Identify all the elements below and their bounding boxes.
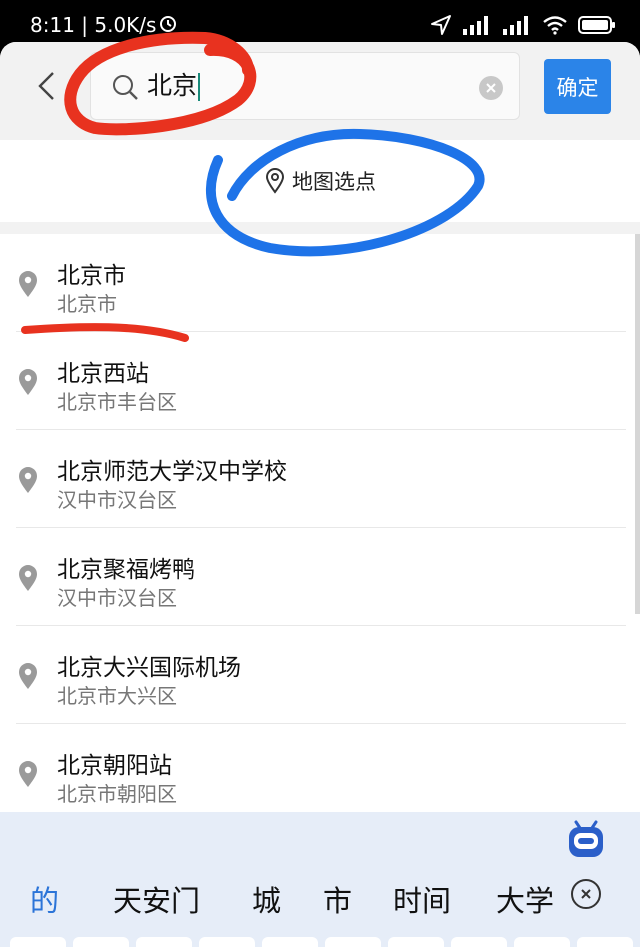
wifi-icon	[543, 16, 567, 35]
result-item[interactable]: 北京市 北京市	[0, 234, 640, 332]
candidate-word[interactable]: 城	[252, 878, 281, 920]
map-pick-label: 地图选点	[292, 170, 376, 194]
key[interactable]	[388, 937, 444, 947]
signal-icon	[463, 16, 488, 35]
result-name: 北京大兴国际机场	[57, 655, 241, 681]
result-address: 汉中市汉台区	[57, 586, 177, 610]
location-pin-icon	[19, 467, 37, 493]
result-address: 北京市	[57, 292, 117, 316]
confirm-button[interactable]: 确定	[544, 59, 611, 114]
result-name: 北京西站	[57, 361, 149, 387]
result-item[interactable]: 北京朝阳站 北京市朝阳区	[0, 724, 640, 822]
search-box[interactable]: 北京	[90, 52, 520, 120]
clear-icon	[486, 83, 496, 93]
search-header: 北京 确定	[0, 42, 640, 130]
clear-search-button[interactable]	[479, 76, 503, 100]
text-caret	[198, 73, 201, 101]
location-pin-icon	[19, 565, 37, 591]
location-arrow-icon	[431, 15, 451, 35]
candidate-word[interactable]: 大学	[496, 878, 554, 920]
result-name: 北京市	[57, 263, 126, 289]
location-pin-icon	[19, 761, 37, 787]
key[interactable]	[451, 937, 507, 947]
candidate-word[interactable]: 天安门	[113, 878, 200, 920]
location-pin-icon	[19, 369, 37, 395]
result-item[interactable]: 北京大兴国际机场 北京市大兴区	[0, 626, 640, 724]
key[interactable]	[136, 937, 192, 947]
map-pick-button[interactable]: 地图选点	[0, 140, 640, 222]
result-address: 北京市朝阳区	[57, 782, 177, 806]
scrollbar[interactable]	[635, 234, 640, 614]
search-query: 北京	[147, 71, 198, 100]
candidate-word[interactable]: 市	[323, 878, 352, 920]
search-icon	[113, 75, 138, 100]
result-address: 北京市大兴区	[57, 684, 177, 708]
result-item[interactable]: 北京聚福烤鸭 汉中市汉台区	[0, 528, 640, 626]
candidate-word[interactable]: 时间	[393, 878, 451, 920]
close-icon	[581, 889, 591, 899]
close-candidates-button[interactable]	[571, 879, 601, 909]
result-item[interactable]: 北京师范大学汉中学校 汉中市汉台区	[0, 430, 640, 528]
key-row	[0, 937, 640, 947]
back-button[interactable]	[26, 64, 66, 108]
status-time-speed: 8:11 | 5.0K/s	[30, 13, 157, 37]
map-pin-outline-icon	[265, 168, 285, 194]
keyboard: 的 天安门 城 市 时间 大学	[0, 812, 640, 947]
result-name: 北京朝阳站	[57, 753, 172, 779]
status-icons	[430, 14, 616, 36]
result-name: 北京师范大学汉中学校	[57, 459, 287, 485]
candidate-word[interactable]: 的	[30, 878, 59, 920]
alarm-icon	[160, 16, 176, 32]
key[interactable]	[262, 937, 318, 947]
result-item[interactable]: 北京西站 北京市丰台区	[0, 332, 640, 430]
candidate-bar: 的 天安门 城 市 时间 大学	[0, 868, 640, 928]
key[interactable]	[577, 937, 633, 947]
chevron-left-icon	[38, 72, 54, 100]
result-address: 北京市丰台区	[57, 390, 177, 414]
keyboard-assistant-icon[interactable]	[566, 818, 606, 860]
key[interactable]	[73, 937, 129, 947]
search-results-list: 北京市 北京市 北京西站 北京市丰台区 北京师范大学汉中学校 汉中市汉台区 北京…	[0, 234, 640, 814]
key[interactable]	[10, 937, 66, 947]
key[interactable]	[514, 937, 570, 947]
search-input[interactable]: 北京	[147, 69, 201, 103]
result-address: 汉中市汉台区	[57, 488, 177, 512]
battery-icon	[578, 16, 615, 34]
location-pin-icon	[19, 271, 37, 297]
key[interactable]	[199, 937, 255, 947]
result-name: 北京聚福烤鸭	[57, 557, 195, 583]
location-pin-icon	[19, 663, 37, 689]
signal-icon-2	[503, 16, 528, 35]
key[interactable]	[325, 937, 381, 947]
